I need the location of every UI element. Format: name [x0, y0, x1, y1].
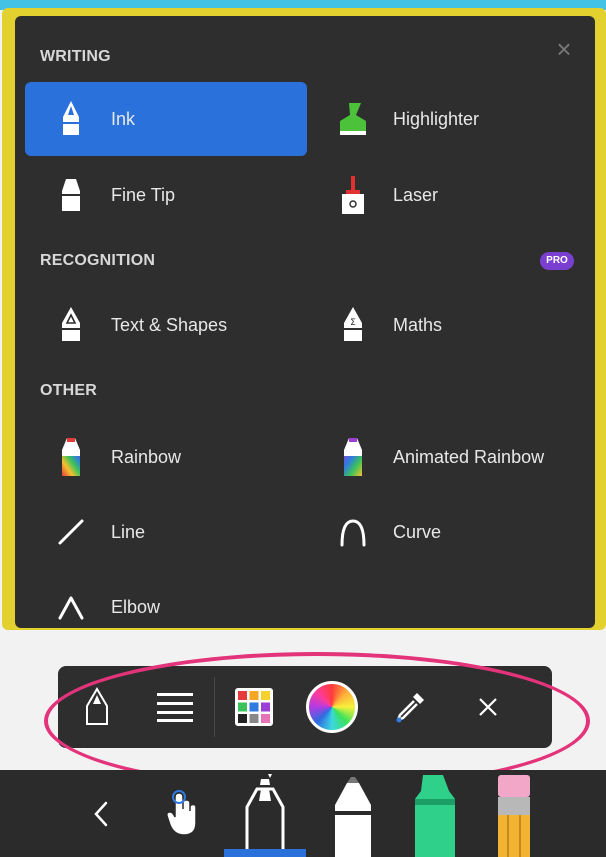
- menu-item-label: Line: [111, 521, 146, 542]
- hand-touch-icon: [166, 789, 197, 836]
- toolbar-close-button[interactable]: [449, 666, 527, 748]
- color-wheel-icon: [306, 681, 358, 733]
- ink-pen-icon: [245, 774, 285, 857]
- menu-item-label: Fine Tip: [111, 184, 176, 205]
- menu-item-label: Curve: [393, 521, 442, 542]
- bottom-eraser[interactable]: [486, 770, 542, 857]
- bottom-ink-pen[interactable]: [232, 770, 298, 857]
- rainbow-pen-icon: [47, 433, 95, 481]
- menu-item-label: Highlighter: [393, 108, 480, 129]
- highlighter-icon: [329, 95, 377, 143]
- menu-item-label: Animated Rainbow: [393, 446, 545, 467]
- back-chevron-icon: [94, 801, 108, 826]
- elbow-icon: [47, 583, 95, 628]
- bottom-fine-tip-pen[interactable]: [320, 770, 386, 857]
- close-icon: [479, 698, 497, 716]
- menu-item-label: Text & Shapes: [111, 314, 228, 335]
- stroke-width-button[interactable]: [136, 666, 214, 748]
- fine-tip-icon: [335, 777, 371, 857]
- color-grid-button[interactable]: [215, 666, 293, 748]
- text-shapes-pen-icon: [47, 301, 95, 349]
- menu-item-rainbow[interactable]: Rainbow: [25, 420, 307, 494]
- menu-item-label: Elbow: [111, 596, 161, 617]
- menu-item-ink[interactable]: Ink: [25, 82, 307, 156]
- menu-item-curve[interactable]: Curve: [307, 495, 589, 569]
- eyedropper-icon: [396, 693, 424, 723]
- menu-item-animated-rainbow[interactable]: Animated Rainbow: [307, 420, 589, 494]
- eyedropper-button[interactable]: [371, 666, 449, 748]
- section-title-recognition: RECOGNITION: [40, 252, 156, 269]
- pen-type-icon: [86, 687, 108, 725]
- fine-tip-icon: [47, 171, 95, 219]
- touch-mode-button[interactable]: [158, 770, 206, 857]
- back-button[interactable]: [84, 770, 118, 857]
- menu-item-label: Maths: [393, 314, 443, 335]
- ink-pen-icon: [47, 95, 95, 143]
- section-title-other: OTHER: [40, 382, 97, 399]
- bottom-tool-bar: [0, 770, 606, 857]
- color-grid-icon: [235, 688, 273, 726]
- menu-item-text-shapes[interactable]: Text & Shapes: [25, 288, 307, 362]
- maths-pen-icon: Σ: [329, 301, 377, 349]
- menu-item-line[interactable]: Line: [25, 495, 307, 569]
- menu-item-highlighter[interactable]: Highlighter: [307, 82, 589, 156]
- menu-item-elbow[interactable]: Elbow: [25, 570, 307, 628]
- laser-icon: [329, 171, 377, 219]
- pen-toolbar: [58, 666, 552, 748]
- menu-item-laser[interactable]: Laser: [307, 158, 589, 232]
- menu-item-label: Laser: [393, 184, 439, 205]
- svg-text:Σ: Σ: [350, 318, 356, 328]
- stroke-width-icon: [157, 693, 193, 722]
- menu-item-label: Rainbow: [111, 446, 182, 467]
- curve-icon: [329, 508, 377, 556]
- highlighter-icon: [415, 775, 455, 857]
- section-title-writing: WRITING: [40, 48, 111, 65]
- pen-type-menu: × WRITING Ink Highlighter Fine Tip Laser…: [15, 16, 595, 628]
- pen-type-button[interactable]: [58, 666, 136, 748]
- menu-item-fine-tip[interactable]: Fine Tip: [25, 158, 307, 232]
- animated-rainbow-pen-icon: [329, 433, 377, 481]
- eraser-icon: [498, 775, 530, 857]
- menu-close-icon[interactable]: ×: [553, 36, 575, 62]
- menu-item-label: Ink: [111, 108, 136, 129]
- active-tool-indicator: [224, 849, 306, 857]
- pro-badge: PRO: [540, 252, 574, 270]
- bottom-highlighter[interactable]: [402, 770, 468, 857]
- line-icon: [47, 508, 95, 556]
- menu-item-maths[interactable]: Σ Maths: [307, 288, 589, 362]
- color-wheel-button[interactable]: [293, 666, 371, 748]
